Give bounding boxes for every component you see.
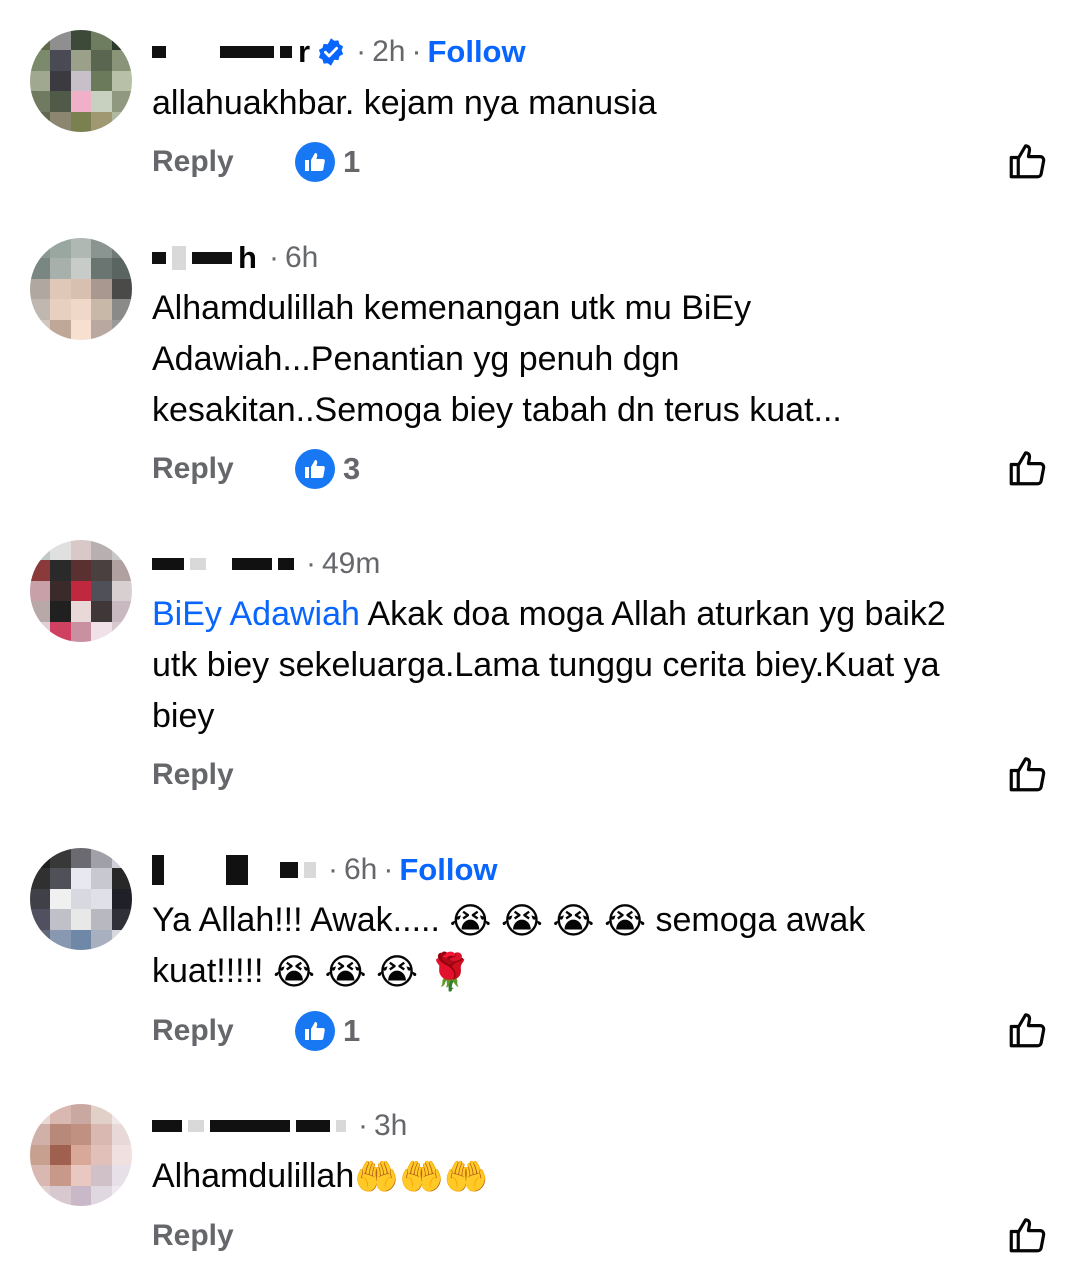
comment-text: Alhamdulillah kemenangan utk mu BiEy Ada… bbox=[152, 289, 842, 429]
like-reaction-icon bbox=[295, 449, 335, 489]
reaction-count: 1 bbox=[343, 144, 361, 179]
comment-actions: Reply bbox=[152, 1216, 1052, 1256]
separator-dot: · bbox=[383, 853, 394, 886]
redacted-name bbox=[220, 46, 274, 58]
separator-dot: · bbox=[306, 547, 316, 580]
redacted-name bbox=[172, 246, 186, 270]
redacted-name bbox=[152, 558, 184, 570]
redacted-name bbox=[280, 46, 292, 58]
comment-header: h · 6h bbox=[152, 238, 318, 278]
redacted-name bbox=[296, 1120, 330, 1132]
comment-actions: Reply 3 bbox=[152, 449, 1052, 489]
avatar[interactable] bbox=[30, 30, 132, 132]
avatar[interactable] bbox=[30, 848, 132, 950]
comment-header: · 3h bbox=[152, 1106, 407, 1146]
loudly-crying-face-icon: 😭 bbox=[603, 901, 647, 943]
comment-time: 3h bbox=[374, 1109, 408, 1142]
reaction-summary[interactable]: 1 bbox=[295, 142, 360, 182]
reaction-summary[interactable]: 3 bbox=[295, 449, 360, 489]
redacted-name bbox=[336, 1120, 346, 1132]
separator-dot: · bbox=[411, 35, 422, 68]
redacted-name bbox=[152, 46, 166, 58]
loudly-crying-face-icon: 😭 bbox=[449, 901, 492, 943]
comment-actions: Reply 1 bbox=[152, 142, 1052, 182]
reply-button[interactable]: Reply bbox=[152, 142, 234, 182]
separator-dot: · bbox=[268, 241, 279, 274]
redacted-name bbox=[188, 1120, 204, 1132]
reply-button[interactable]: Reply bbox=[152, 449, 234, 489]
thumbs-up-outline-icon[interactable] bbox=[1006, 140, 1048, 182]
comment-text: allahuakhbar. kejam nya manusia bbox=[152, 84, 657, 122]
palms-up-together-icon: 🤲🤲🤲 bbox=[354, 1157, 489, 1199]
comment-body: Alhamdulillah bbox=[152, 1157, 355, 1195]
reaction-summary[interactable]: 1 bbox=[295, 1011, 360, 1051]
redacted-name bbox=[192, 252, 232, 264]
comment-actions: Reply 1 bbox=[152, 1011, 1052, 1051]
loudly-crying-face-icon: 😭 bbox=[324, 952, 367, 994]
comment-text: Ya Allah!!! Awak..... 😭 😭 😭 😭 semoga awa… bbox=[152, 895, 1062, 997]
comment-header: · 49m bbox=[152, 544, 380, 584]
mention-link[interactable]: BiEy Adawiah bbox=[152, 595, 360, 633]
loudly-crying-face-icon: 😭 bbox=[552, 901, 595, 943]
reply-button[interactable]: Reply bbox=[152, 1216, 234, 1256]
redacted-name bbox=[304, 862, 316, 878]
redacted-name bbox=[278, 558, 294, 570]
comment-time: 6h bbox=[284, 241, 319, 274]
reply-button[interactable]: Reply bbox=[152, 1011, 234, 1051]
redacted-name bbox=[226, 855, 248, 885]
redacted-name bbox=[152, 855, 164, 885]
redacted-name bbox=[152, 252, 166, 264]
comment-text: Alhamdulillah🤲🤲🤲 bbox=[152, 1151, 1062, 1202]
comment-header: · 6h · Follow bbox=[152, 850, 498, 890]
loudly-crying-face-icon: 😭 bbox=[376, 952, 419, 994]
verified-badge-icon bbox=[318, 38, 344, 66]
author-name[interactable]: h bbox=[238, 240, 257, 276]
comment-header: r · 2h · Follow bbox=[152, 32, 526, 72]
follow-button[interactable]: Follow bbox=[427, 34, 525, 70]
reply-button[interactable]: Reply bbox=[152, 755, 234, 795]
like-reaction-icon bbox=[295, 1011, 335, 1051]
comment-time: 49m bbox=[322, 547, 381, 580]
reaction-count: 3 bbox=[343, 451, 361, 486]
separator-dot: · bbox=[358, 1109, 368, 1142]
thumbs-up-outline-icon[interactable] bbox=[1006, 1009, 1048, 1051]
redacted-name bbox=[210, 1120, 290, 1132]
redacted-name bbox=[232, 558, 272, 570]
comment-body: kuat!!!!! bbox=[152, 952, 273, 990]
rose-icon: 🌹 bbox=[427, 952, 473, 994]
loudly-crying-face-icon: 😭 bbox=[500, 901, 543, 943]
follow-button[interactable]: Follow bbox=[399, 852, 497, 888]
avatar[interactable] bbox=[30, 540, 132, 642]
comment-body: Ya Allah!!! Awak..... bbox=[152, 901, 450, 939]
comment-actions: Reply bbox=[152, 755, 1052, 795]
redacted-name bbox=[190, 558, 206, 570]
avatar[interactable] bbox=[30, 1104, 132, 1206]
comment-text: BiEy Adawiah Akak doa moga Allah aturkan… bbox=[152, 589, 1062, 742]
comment-time: 6h bbox=[344, 853, 378, 886]
comment-time: 2h bbox=[372, 35, 406, 68]
redacted-name bbox=[152, 1120, 182, 1132]
redacted-name bbox=[280, 862, 298, 878]
comment-body: semoga awak bbox=[646, 901, 866, 939]
thumbs-up-outline-icon[interactable] bbox=[1006, 447, 1048, 489]
thumbs-up-outline-icon[interactable] bbox=[1006, 1214, 1048, 1256]
thumbs-up-outline-icon[interactable] bbox=[1006, 753, 1048, 795]
separator-dot: · bbox=[356, 35, 367, 68]
author-name[interactable]: r bbox=[298, 34, 310, 70]
reaction-count: 1 bbox=[343, 1013, 361, 1048]
avatar[interactable] bbox=[30, 238, 132, 340]
separator-dot: · bbox=[328, 853, 338, 886]
like-reaction-icon bbox=[295, 142, 335, 182]
loudly-crying-face-icon: 😭 bbox=[272, 952, 316, 994]
